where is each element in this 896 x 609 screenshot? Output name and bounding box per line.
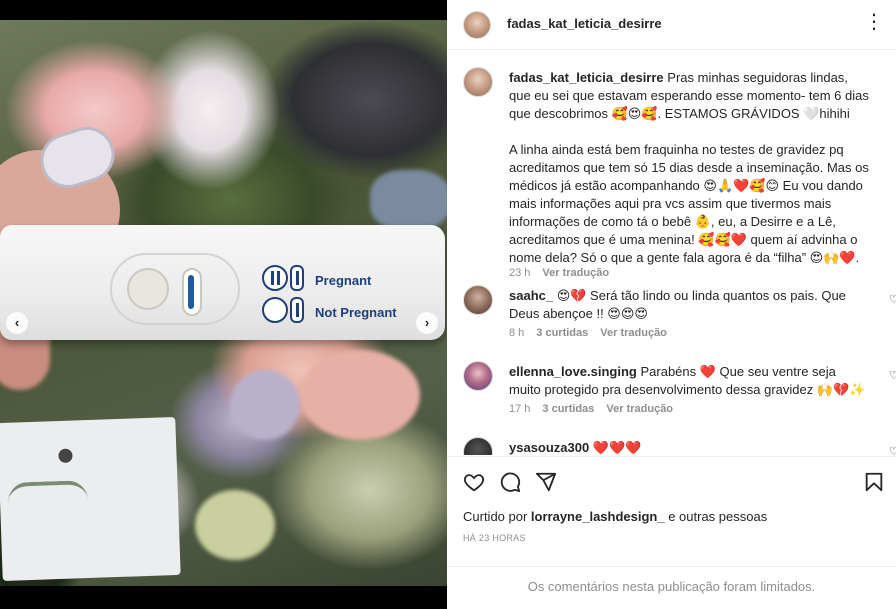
comment-text: ❤️❤️❤️ [589,440,642,455]
caption: fadas_kat_leticia_desirre Pras minhas se… [463,67,883,279]
post-timestamp[interactable]: HÁ 23 HORAS [463,533,526,543]
comment-icon[interactable] [499,471,521,493]
likes-prefix: Curtido por [463,509,531,524]
comment-age[interactable]: 17 h [509,403,530,415]
commenter-avatar[interactable] [463,285,493,315]
author-username[interactable]: fadas_kat_leticia_desirre [507,16,662,31]
caption-meta: 23 h Ver tradução [509,267,609,279]
caption-author-avatar[interactable] [463,67,493,97]
likes-suffix[interactable]: e outras pessoas [665,509,767,524]
caption-text-block: fadas_kat_leticia_desirre Pras minhas se… [509,69,869,267]
caption-age[interactable]: 23 h [509,267,530,279]
instagram-post-modal: Pregnant Not Pregnant ‹ › fadas_kat_leti… [0,0,896,609]
comment-text: 😍💔 Será tão lindo ou linda quantos os pa… [509,288,846,321]
see-translation-link[interactable]: Ver tradução [606,403,673,415]
comment-like-heart-icon[interactable]: ♡ [889,369,896,382]
not-pregnant-symbol-icon [262,297,288,323]
comments-list[interactable]: fadas_kat_leticia_desirre Pras minhas se… [447,51,896,455]
comment: ellenna_love.singing Parabéns ❤️ Que seu… [463,361,896,431]
comment-likes[interactable]: 3 curtidas [542,403,594,415]
carousel-prev-button[interactable]: ‹ [6,312,28,334]
test-result-line [188,275,194,309]
comment-text-block: ysasouza300 ❤️❤️❤️ [509,439,869,455]
post-header: fadas_kat_leticia_desirre ⋮ [447,0,896,50]
comment-username[interactable]: ysasouza300 [509,440,589,455]
line-symbol-icon [290,265,304,291]
tag-logo [7,480,89,503]
comment-meta: 17 h 3 curtidas Ver tradução [509,403,673,415]
flower [195,490,275,560]
carousel-next-button[interactable]: › [416,312,438,334]
post-details-panel: fadas_kat_leticia_desirre ⋮ fadas_kat_le… [447,0,896,609]
test-sample-window [127,268,169,310]
flower [230,370,300,440]
caption-text: Pras minhas seguidoras lindas, que eu se… [509,70,869,265]
author-avatar[interactable] [463,11,491,39]
comment-like-heart-icon[interactable]: ♡ [889,445,896,455]
gift-tag [0,416,181,582]
comment-text-block: saahc_ 😍💔 Será tão lindo ou linda quanto… [509,287,869,323]
flower [370,170,447,230]
comment-meta: 8 h 3 curtidas Ver tradução [509,327,667,339]
post-image[interactable]: Pregnant Not Pregnant ‹ › [0,20,447,586]
comment-like-heart-icon[interactable]: ♡ [889,293,896,306]
comment-username[interactable]: ellenna_love.singing [509,364,637,379]
caption-username[interactable]: fadas_kat_leticia_desirre [509,70,664,85]
pregnant-symbol-icon [262,265,288,291]
comment-text-block: ellenna_love.singing Parabéns ❤️ Que seu… [509,363,869,399]
comment: ysasouza300 ❤️❤️❤️ ♡ [463,437,896,455]
test-label-not-pregnant: Not Pregnant [315,305,397,320]
comment-age[interactable]: 8 h [509,327,524,339]
likes-summary: Curtido por lorrayne_lashdesign_ e outra… [463,509,767,524]
line-symbol-icon [290,297,304,323]
share-icon[interactable] [535,471,557,493]
commenter-avatar[interactable] [463,437,493,455]
comment-username[interactable]: saahc_ [509,288,553,303]
liked-by-user[interactable]: lorrayne_lashdesign_ [531,509,665,524]
heart-icon[interactable] [463,471,485,493]
comment-likes[interactable]: 3 curtidas [536,327,588,339]
tag-hole [58,448,73,464]
commenter-avatar[interactable] [463,361,493,391]
comment: saahc_ 😍💔 Será tão lindo ou linda quanto… [463,285,896,355]
see-translation-link[interactable]: Ver tradução [542,267,609,279]
bookmark-icon[interactable] [863,471,885,493]
comments-limited-notice: Os comentários nesta publicação foram li… [447,566,896,609]
more-options-icon[interactable]: ⋮ [864,12,884,32]
see-translation-link[interactable]: Ver tradução [600,327,667,339]
flower [300,350,420,440]
pregnancy-test: Pregnant Not Pregnant [0,225,445,340]
test-label-pregnant: Pregnant [315,273,372,288]
